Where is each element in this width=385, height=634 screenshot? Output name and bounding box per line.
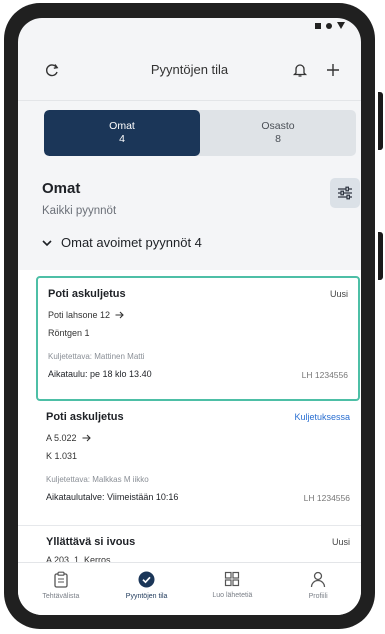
card-id: LH 1234556: [303, 493, 350, 503]
request-card[interactable]: Yllättävä si ivous Uusi A 203, 1. Kerros: [36, 526, 360, 565]
section-title: Omat: [42, 180, 81, 197]
sliders-icon: [338, 186, 352, 200]
section-subtitle: Kaikki pyynnöt: [42, 205, 117, 217]
user-icon: [310, 571, 326, 588]
dot-icon: [326, 22, 332, 29]
card-to: K 1.031: [46, 451, 78, 461]
bell-icon[interactable]: [288, 58, 312, 82]
plus-icon[interactable]: [321, 58, 345, 82]
card-schedule: Aikataulutalve: Viimeistään 10:16: [46, 492, 179, 502]
signal-square-icon: [315, 22, 321, 29]
nav-label: Tehtävälista: [42, 593, 80, 600]
status-badge: Uusi: [329, 289, 348, 299]
filter-button[interactable]: [330, 178, 360, 208]
segment-label: Osasto: [261, 120, 295, 132]
chevron-down-icon: [42, 239, 52, 246]
grid-icon: [225, 571, 240, 587]
wifi-triangle-icon: [337, 22, 345, 29]
device-side-button-bottom: [378, 232, 383, 280]
nav-item-luo-lahetetia[interactable]: Luo lähetetiä: [190, 563, 276, 615]
card-passenger: Kuljetettava: Mattinen Matti: [48, 352, 145, 361]
card-route: A 5.022: [46, 433, 91, 443]
card-title: Poti askuljetus: [46, 411, 124, 423]
nav-label: Profiili: [308, 593, 328, 600]
request-card[interactable]: Poti askuljetus Uusi Poti lahsone 12 Rön…: [36, 276, 360, 401]
card-route: Poti lahsone 12: [48, 310, 124, 320]
segment-omat[interactable]: Omat 4: [44, 110, 200, 156]
segment-osasto[interactable]: Osasto 8: [200, 110, 356, 156]
status-bar: [315, 22, 345, 29]
card-title: Poti askuljetus: [48, 288, 126, 300]
segmented-control: Omat 4 Osasto 8: [44, 110, 356, 156]
bottom-navigation: Tehtävälista Pyyntöjen tila Luo läheteti…: [18, 562, 361, 615]
status-badge: Uusi: [331, 537, 350, 547]
segment-count: 4: [119, 133, 125, 145]
card-schedule: Aikataulu: pe 18 klo 13.40: [48, 369, 152, 379]
card-from: Poti lahsone 12: [48, 310, 111, 320]
card-to: Röntgen 1: [48, 328, 90, 338]
appbar-divider: [18, 100, 361, 101]
nav-item-tehtavalista[interactable]: Tehtävälista: [18, 563, 104, 615]
nav-label: Pyyntöjen tila: [125, 593, 168, 600]
group-label: Omat avoimet pyynnöt 4: [61, 235, 202, 250]
request-card[interactable]: Poti askuljetus Kuljetuksessa A 5.022 K …: [36, 401, 360, 525]
segment-label: Omat: [109, 120, 135, 132]
card-title: Yllättävä si ivous: [46, 536, 136, 548]
nav-item-profiili[interactable]: Profiili: [275, 563, 361, 615]
group-toggle[interactable]: Omat avoimet pyynnöt 4: [42, 235, 202, 250]
arrow-right-icon: [82, 434, 91, 442]
device-side-button-top: [378, 92, 383, 150]
clipboard-icon: [54, 571, 68, 588]
app-bar: Pyyntöjen tila: [18, 56, 361, 86]
phone-screen: Pyyntöjen tila Omat 4 Osasto 8 Omat Kaik…: [18, 18, 361, 615]
status-badge: Kuljetuksessa: [294, 412, 350, 422]
segment-count: 8: [275, 133, 281, 145]
check-circle-icon: [138, 571, 155, 588]
nav-label: Luo lähetetiä: [212, 592, 253, 599]
nav-item-pyyntojen-tila[interactable]: Pyyntöjen tila: [104, 563, 190, 615]
card-from: A 5.022: [46, 433, 77, 443]
card-passenger: Kuljetettava: Malkkas M iikko: [46, 475, 149, 484]
card-id: LH 1234556: [301, 370, 348, 380]
phone-frame: Pyyntöjen tila Omat 4 Osasto 8 Omat Kaik…: [4, 3, 375, 629]
arrow-right-icon: [115, 311, 124, 319]
